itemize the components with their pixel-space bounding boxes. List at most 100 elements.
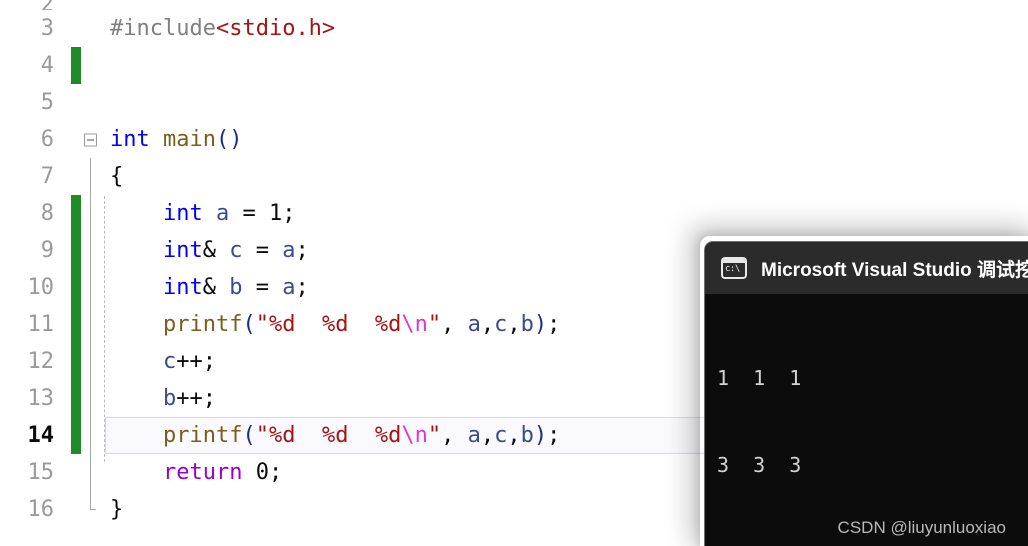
fold-column[interactable] xyxy=(84,491,102,528)
change-bar xyxy=(71,269,81,306)
change-bar xyxy=(71,232,81,269)
token-brace: { xyxy=(110,164,124,189)
fold-column[interactable] xyxy=(84,121,102,158)
code-text[interactable]: int a = 1; xyxy=(102,195,1028,232)
fold-guide-line xyxy=(90,158,91,195)
fold-column[interactable] xyxy=(84,0,102,10)
fold-column[interactable] xyxy=(84,158,102,195)
code-line-2[interactable]: 2 xyxy=(0,0,1028,10)
token-keyword: int xyxy=(162,201,203,226)
fold-guide-line xyxy=(90,454,91,491)
fold-guide-line xyxy=(90,306,91,343)
code-line-8[interactable]: 8 int a = 1; xyxy=(0,195,1028,232)
code-text[interactable]: #include<stdio.h> xyxy=(102,10,1028,47)
change-bar xyxy=(71,195,81,232)
code-line-3[interactable]: 3 #include<stdio.h> xyxy=(0,10,1028,47)
fold-column[interactable] xyxy=(84,454,102,491)
change-bar xyxy=(71,417,81,454)
token-keyword: int xyxy=(110,127,150,152)
code-line-6[interactable]: 6 int main() xyxy=(0,121,1028,158)
code-line-7[interactable]: 7 { xyxy=(0,158,1028,195)
token-keyword: int xyxy=(162,275,203,300)
line-number: 6 xyxy=(40,127,54,152)
fold-column[interactable] xyxy=(84,269,102,306)
line-number: 2 xyxy=(0,0,58,10)
change-bar xyxy=(71,306,81,343)
token-header: <stdio.h> xyxy=(215,16,336,41)
change-bar xyxy=(71,47,81,84)
token-variable: a xyxy=(467,312,481,337)
token-string: "%d %d %d xyxy=(255,312,402,337)
token-number: 1 xyxy=(268,201,283,226)
console-window-title: Microsoft Visual Studio 调试挖 xyxy=(761,259,1028,281)
line-number: 16 xyxy=(27,497,55,522)
token-paren: ) xyxy=(533,423,548,448)
fold-guide-line-end xyxy=(90,491,96,510)
csdn-watermark: CSDN @liuyunluoxiao xyxy=(837,518,1006,537)
token-paren: () xyxy=(215,127,243,152)
change-bar xyxy=(71,0,81,10)
token-preprocessor: #include xyxy=(110,16,216,41)
fold-column[interactable] xyxy=(84,380,102,417)
change-bar xyxy=(71,84,81,121)
fold-column[interactable] xyxy=(84,47,102,84)
change-bar xyxy=(71,10,81,47)
token-paren: ( xyxy=(242,423,256,448)
change-bar xyxy=(71,158,81,195)
fold-column[interactable] xyxy=(84,417,102,454)
console-output-line: 1 1 1 xyxy=(717,366,802,390)
token-string: "%d %d %d xyxy=(255,423,402,448)
change-bar xyxy=(71,454,81,491)
token-variable: c xyxy=(494,312,508,337)
token-string: " xyxy=(427,423,442,448)
token-variable: c xyxy=(162,349,177,374)
change-bar xyxy=(71,491,81,528)
change-bar xyxy=(71,121,81,158)
token-keyword: int xyxy=(162,238,203,263)
screenshot-root: 2 3 #include<stdio.h> 4 5 6 xyxy=(0,0,1028,546)
command-prompt-icon: c:\ xyxy=(721,257,747,279)
line-number: 11 xyxy=(27,312,55,337)
fold-column[interactable] xyxy=(84,232,102,269)
token-function: printf xyxy=(162,312,243,337)
line-number: 14 xyxy=(27,423,55,448)
fold-column[interactable] xyxy=(84,84,102,121)
line-number: 3 xyxy=(40,16,54,41)
token-control-keyword: return xyxy=(162,460,243,485)
console-output-blank-line xyxy=(717,538,1028,546)
token-variable: c xyxy=(229,238,243,263)
token-variable: b xyxy=(229,275,243,300)
line-number: 10 xyxy=(27,275,55,300)
line-number: 13 xyxy=(27,386,55,411)
code-text[interactable]: { xyxy=(102,158,1028,195)
fold-guide-line xyxy=(90,417,91,454)
fold-guide-line xyxy=(90,380,91,417)
fold-column[interactable] xyxy=(84,195,102,232)
command-prompt-icon-glyph: c:\ xyxy=(725,264,740,274)
token-brace: } xyxy=(110,497,124,522)
line-number: 8 xyxy=(40,201,54,226)
fold-column[interactable] xyxy=(84,10,102,47)
token-function: printf xyxy=(162,423,243,448)
line-number: 12 xyxy=(27,349,55,374)
code-line-4[interactable]: 4 xyxy=(0,47,1028,84)
line-number: 5 xyxy=(40,90,54,115)
token-variable: a xyxy=(282,275,296,300)
fold-column[interactable] xyxy=(84,343,102,380)
fold-guide-line xyxy=(90,195,91,232)
token-number: 0 xyxy=(255,460,269,485)
code-text[interactable]: int main() xyxy=(102,121,1028,158)
change-bar xyxy=(71,343,81,380)
code-line-5[interactable]: 5 xyxy=(0,84,1028,121)
line-number: 9 xyxy=(40,238,54,263)
fold-column[interactable] xyxy=(84,306,102,343)
console-output[interactable]: 1 1 1 3 3 3 D:\代码\2024代码\2024c 按任意键关闭此窗口… xyxy=(705,294,1028,546)
token-variable: a xyxy=(282,238,296,263)
collapse-minus-icon[interactable] xyxy=(84,133,97,146)
line-number: 7 xyxy=(40,164,54,189)
console-window[interactable]: c:\ Microsoft Visual Studio 调试挖 1 1 1 3 … xyxy=(704,241,1028,546)
fold-guide-line xyxy=(90,343,91,380)
token-variable: a xyxy=(467,423,481,448)
token-variable: b xyxy=(520,312,534,337)
console-titlebar[interactable]: c:\ Microsoft Visual Studio 调试挖 xyxy=(705,242,1028,294)
